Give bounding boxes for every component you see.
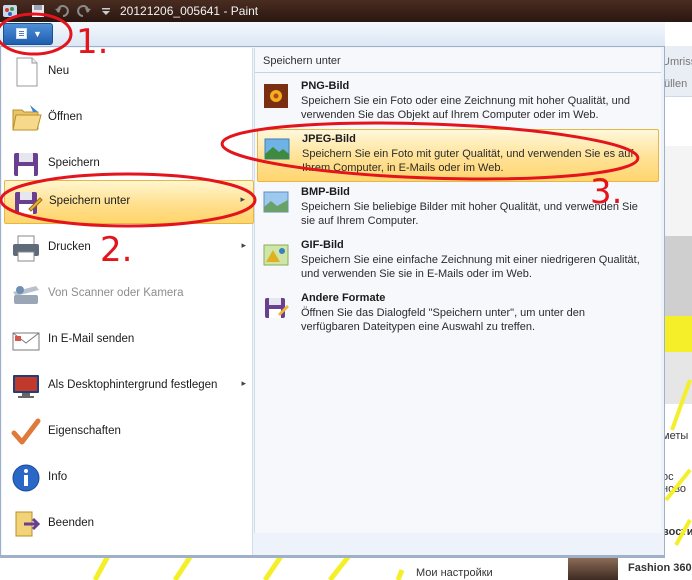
submenu-arrow-icon: ▸ [240,194,245,204]
format-title: PNG-Bild [301,80,350,92]
scanner-icon [10,278,42,310]
divider [255,72,661,73]
menu-item-scanner[interactable]: Von Scanner oder Kamera [4,272,254,316]
menu-item-open[interactable]: Öffnen [4,96,254,140]
menu-item-properties[interactable]: Eigenschaften [4,410,254,454]
chevron-down-icon: ▼ [33,29,42,39]
annotation-step-1: 1. [76,22,109,62]
menu-item-desktop-background[interactable]: Als Desktophintergrund festlegen ▸ [4,364,254,408]
other-formats-icon [263,295,289,321]
save-as-icon [11,187,43,219]
customize-quickaccess-icon[interactable] [98,3,114,19]
menu-item-label: Von Scanner oder Kamera [48,287,184,299]
format-title: Andere Formate [301,292,386,304]
submenu-arrow-icon: ▸ [241,378,246,388]
exit-icon [10,508,42,540]
menu-item-label: Als Desktophintergrund festlegen [48,379,218,391]
submenu-arrow-icon: ▸ [241,240,246,250]
annotation-step-3: 3. [590,172,623,212]
menu-item-new[interactable]: Neu [4,50,254,94]
menu-item-email[interactable]: In E-Mail senden [4,318,254,362]
menu-item-label: Speichern unter [49,195,131,207]
document-icon [16,28,27,39]
submenu-header: Speichern unter [263,55,341,67]
format-description: Speichern Sie ein Foto oder eine Zeichnu… [301,95,630,121]
format-title: BMP-Bild [301,186,350,198]
folder-open-icon [10,102,42,134]
menu-item-label: Öffnen [48,111,83,123]
save-as-png[interactable]: PNG-Bild Speichern Sie ein Foto oder ein… [257,77,659,129]
redo-icon[interactable] [76,3,92,19]
menu-item-label: Neu [48,65,70,77]
format-title: GIF-Bild [301,239,344,251]
app-menu-button[interactable]: ▼ [3,23,53,45]
printer-icon [10,232,42,264]
save-as-submenu: Speichern unter PNG-Bild Speichern Sie e… [254,48,661,533]
gif-image-icon [263,242,289,268]
window-title: 20121206_005641 - Paint [120,4,259,18]
save-as-gif[interactable]: GIF-Bild Speichern Sie eine einfache Zei… [257,236,659,288]
save-as-other-formats[interactable]: Andere Formate Öffnen Sie das Dialogfeld… [257,289,659,341]
format-description: Öffnen Sie das Dialogfeld "Speichern unt… [301,307,586,333]
format-description: Speichern Sie eine einfache Zeichnung mi… [301,254,640,280]
menu-item-label: Drucken [48,241,91,253]
png-image-icon [263,83,289,109]
desktop-monitor-icon [10,370,42,402]
new-document-icon [10,56,42,88]
save-quick-icon[interactable] [30,3,46,19]
app-menu: Neu Öffnen Speichern Speichern unter ▸ D… [0,46,665,558]
bmp-image-icon [263,189,289,215]
menu-item-label: Eigenschaften [48,425,121,437]
menu-item-label: Speichern [48,157,100,169]
checkmark-icon [10,416,42,448]
menu-item-label: Info [48,471,68,483]
menu-bottom-border [0,555,665,558]
format-title: JPEG-Bild [302,133,356,145]
annotation-step-2: 2. [100,230,133,270]
menu-item-label: Beenden [48,517,95,529]
jpeg-image-icon [264,136,290,162]
paint-logo-icon [2,3,18,19]
menu-item-exit[interactable]: Beenden [4,502,254,546]
app-menu-commands: Neu Öffnen Speichern Speichern unter ▸ D… [2,48,254,556]
menu-item-save-as[interactable]: Speichern unter ▸ [4,180,254,224]
floppy-disk-icon [10,148,42,180]
menu-item-label: In E-Mail senden [48,333,135,345]
email-icon [10,324,42,356]
info-icon [10,462,42,494]
format-description: Speichern Sie ein Foto mit guter Qualitä… [302,148,634,174]
undo-icon[interactable] [54,3,70,19]
menu-item-info[interactable]: Info [4,456,254,500]
title-bar: 20121206_005641 - Paint [0,0,692,22]
